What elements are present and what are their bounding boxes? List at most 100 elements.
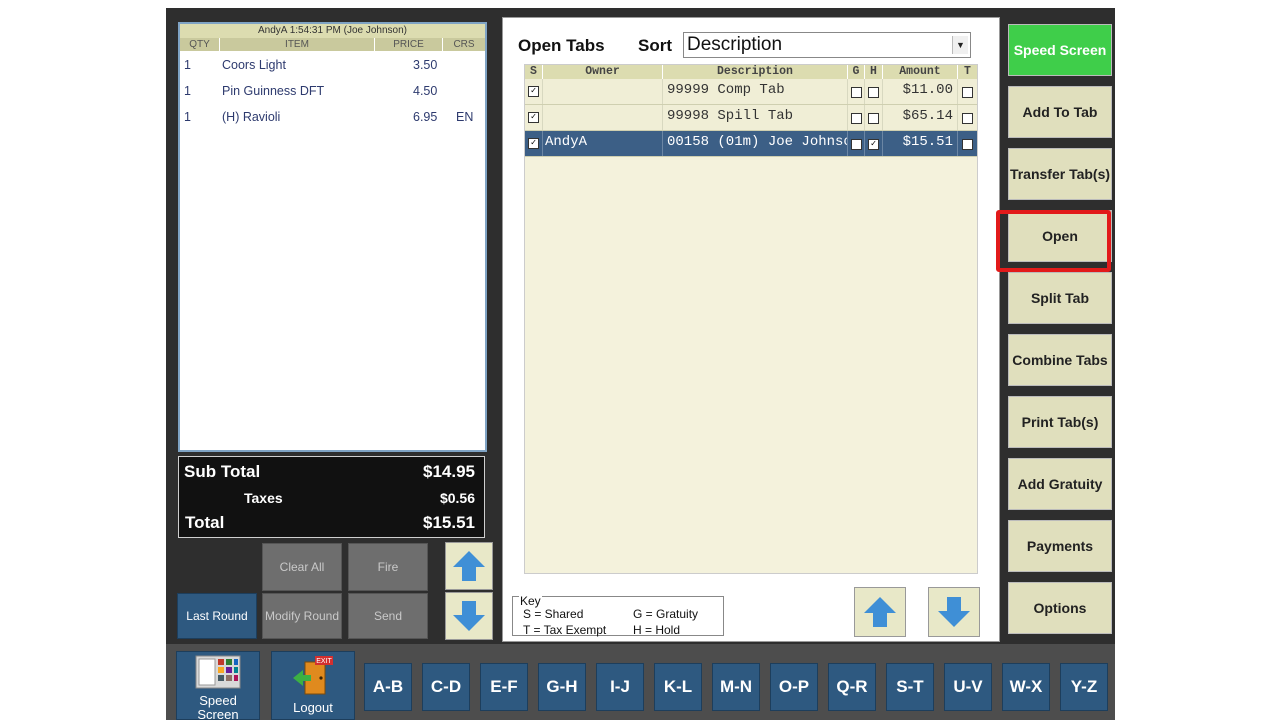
key-title: Key bbox=[519, 594, 542, 608]
item-qty: 1 bbox=[184, 84, 191, 98]
letter-button-o-p[interactable]: O-P bbox=[770, 663, 818, 711]
letter-button-a-b[interactable]: A-B bbox=[364, 663, 412, 711]
letter-button-e-f[interactable]: E-F bbox=[480, 663, 528, 711]
column-hold: H bbox=[865, 65, 883, 79]
letter-button-w-x[interactable]: W-X bbox=[1002, 663, 1050, 711]
hold-checkbox[interactable] bbox=[868, 113, 879, 124]
gratuity-cell bbox=[848, 105, 865, 130]
tax-exempt-checkbox[interactable] bbox=[962, 87, 973, 98]
tax-exempt-checkbox[interactable] bbox=[962, 139, 973, 150]
column-gratuity: G bbox=[848, 65, 865, 79]
item-qty: 1 bbox=[184, 110, 191, 124]
letter-button-u-v[interactable]: U-V bbox=[944, 663, 992, 711]
hold-checkbox[interactable]: ✓ bbox=[868, 139, 879, 150]
item-name: Pin Guinness DFT bbox=[222, 84, 325, 98]
order-scroll-up-button[interactable] bbox=[445, 542, 493, 590]
tax-exempt-cell bbox=[958, 79, 977, 104]
owner-cell bbox=[543, 105, 663, 130]
transfer-tabs-button[interactable]: Transfer Tab(s) bbox=[1008, 148, 1112, 200]
order-item-row[interactable]: 1 (H) Ravioli 6.95 EN bbox=[180, 108, 485, 126]
tab-row[interactable]: ✓ 99999 Comp Tab $11.00 bbox=[525, 79, 977, 105]
letter-button-k-l[interactable]: K-L bbox=[654, 663, 702, 711]
tabs-column-headers: S Owner Description G H Amount T bbox=[525, 65, 977, 79]
print-tabs-button[interactable]: Print Tab(s) bbox=[1008, 396, 1112, 448]
shared-cell: ✓ bbox=[525, 131, 543, 156]
split-tab-button[interactable]: Split Tab bbox=[1008, 272, 1112, 324]
letter-button-s-t[interactable]: S-T bbox=[886, 663, 934, 711]
add-gratuity-button[interactable]: Add Gratuity bbox=[1008, 458, 1112, 510]
item-price: 4.50 bbox=[413, 84, 438, 98]
order-scroll-down-button[interactable] bbox=[445, 592, 493, 640]
owner-cell: AndyA bbox=[543, 131, 663, 156]
gratuity-checkbox[interactable] bbox=[851, 113, 862, 124]
column-amount: Amount bbox=[883, 65, 958, 79]
letter-button-q-r[interactable]: Q-R bbox=[828, 663, 876, 711]
column-price: PRICE bbox=[375, 38, 443, 51]
letter-button-m-n[interactable]: M-N bbox=[712, 663, 760, 711]
shared-checkbox[interactable]: ✓ bbox=[528, 112, 539, 123]
shared-checkbox[interactable]: ✓ bbox=[528, 86, 539, 97]
bottom-speed-screen-button[interactable]: Speed Screen bbox=[176, 651, 260, 720]
item-price: 3.50 bbox=[413, 58, 438, 72]
arrow-down-icon bbox=[938, 597, 970, 627]
shared-checkbox[interactable]: ✓ bbox=[528, 138, 539, 149]
pos-window: AndyA 1:54:31 PM (Joe Johnson) QTY ITEM … bbox=[166, 8, 1115, 720]
order-item-row[interactable]: 1 Pin Guinness DFT 4.50 bbox=[180, 82, 485, 100]
sort-dropdown[interactable]: Description ▼ bbox=[683, 32, 971, 58]
subtotal-label: Sub Total bbox=[184, 462, 261, 481]
send-button[interactable]: Send bbox=[348, 593, 428, 639]
shared-cell: ✓ bbox=[525, 105, 543, 130]
taxes-value: $0.56 bbox=[439, 490, 475, 506]
logout-button[interactable]: EXIT Logout bbox=[271, 651, 355, 720]
letter-button-g-h[interactable]: G-H bbox=[538, 663, 586, 711]
sort-value: Description bbox=[687, 34, 783, 55]
column-qty: QTY bbox=[180, 38, 220, 51]
amount-cell: $15.51 bbox=[883, 131, 958, 156]
exit-door-icon: EXIT bbox=[293, 656, 333, 695]
column-description: Description bbox=[663, 65, 848, 79]
column-shared: S bbox=[525, 65, 543, 79]
owner-cell bbox=[543, 79, 663, 104]
tabs-scroll-up-button[interactable] bbox=[854, 587, 906, 637]
options-button[interactable]: Options bbox=[1008, 582, 1112, 634]
order-header: AndyA 1:54:31 PM (Joe Johnson) bbox=[180, 24, 485, 38]
legend-key: Key S = Shared G = Gratuity T = Tax Exem… bbox=[512, 594, 724, 637]
item-qty: 1 bbox=[184, 58, 191, 72]
amount-cell: $65.14 bbox=[883, 105, 958, 130]
hold-cell bbox=[865, 79, 883, 104]
item-price: 6.95 bbox=[413, 110, 438, 124]
key-hold: H = Hold bbox=[633, 623, 681, 637]
combine-tabs-button[interactable]: Combine Tabs bbox=[1008, 334, 1112, 386]
item-name: (H) Ravioli bbox=[222, 110, 281, 124]
speed-screen-button[interactable]: Speed Screen bbox=[1008, 24, 1112, 76]
gratuity-checkbox[interactable] bbox=[851, 87, 862, 98]
description-cell: 00158 (01m) Joe Johnson bbox=[663, 131, 848, 156]
clear-all-button[interactable]: Clear All bbox=[262, 543, 342, 591]
letter-button-c-d[interactable]: C-D bbox=[422, 663, 470, 711]
exit-sign-text: EXIT bbox=[316, 658, 332, 665]
item-name: Coors Light bbox=[222, 58, 286, 72]
tax-exempt-checkbox[interactable] bbox=[962, 113, 973, 124]
add-to-tab-button[interactable]: Add To Tab bbox=[1008, 86, 1112, 138]
arrow-up-icon bbox=[864, 597, 896, 627]
open-button-highlight bbox=[996, 210, 1111, 272]
letter-button-i-j[interactable]: I-J bbox=[596, 663, 644, 711]
modify-round-button[interactable]: Modify Round bbox=[262, 593, 342, 639]
chevron-down-icon: ▼ bbox=[952, 36, 968, 54]
hold-cell bbox=[865, 105, 883, 130]
open-tabs-panel: Open Tabs Sort Description ▼ S Owner Des… bbox=[502, 17, 1000, 642]
order-ticket-panel: AndyA 1:54:31 PM (Joe Johnson) QTY ITEM … bbox=[178, 22, 487, 452]
total-value: $15.51 bbox=[423, 513, 475, 532]
letter-button-y-z[interactable]: Y-Z bbox=[1060, 663, 1108, 711]
fire-button[interactable]: Fire bbox=[348, 543, 428, 591]
tabs-scroll-down-button[interactable] bbox=[928, 587, 980, 637]
amount-cell: $11.00 bbox=[883, 79, 958, 104]
last-round-button[interactable]: Last Round bbox=[177, 593, 257, 639]
tab-row[interactable]: ✓ 99998 Spill Tab $65.14 bbox=[525, 105, 977, 131]
gratuity-checkbox[interactable] bbox=[851, 139, 862, 150]
column-owner: Owner bbox=[543, 65, 663, 79]
tab-row-selected[interactable]: ✓ AndyA 00158 (01m) Joe Johnson ✓ $15.51 bbox=[525, 131, 977, 157]
hold-checkbox[interactable] bbox=[868, 87, 879, 98]
order-item-row[interactable]: 1 Coors Light 3.50 bbox=[180, 56, 485, 74]
payments-button[interactable]: Payments bbox=[1008, 520, 1112, 572]
